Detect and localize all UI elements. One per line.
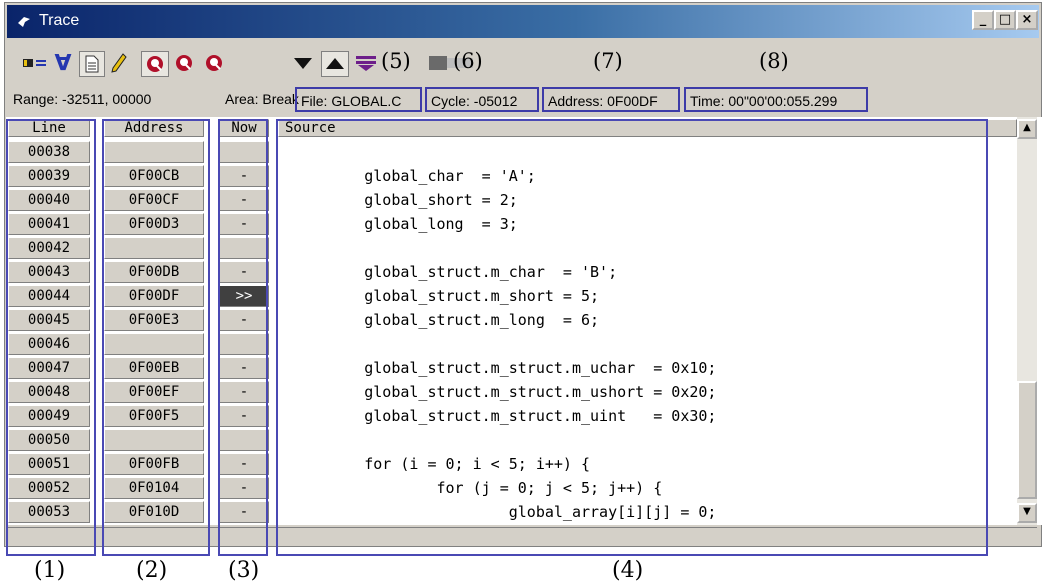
address-status: Address: 0F00DF (542, 87, 680, 112)
annotation-box-2 (102, 119, 210, 556)
annotation-box-1 (6, 119, 96, 556)
step-up-icon[interactable] (321, 51, 349, 77)
annotation-4: (4) (612, 558, 644, 583)
cycle-status: Cycle: -05012 (425, 87, 539, 112)
window-title: Trace (39, 12, 80, 29)
annotation-8: (8) (759, 49, 789, 73)
close-button[interactable]: × (1016, 10, 1038, 30)
search-forward-icon[interactable] (171, 51, 197, 75)
toolbar: ∀ (5) (6) (7) (8) (7, 43, 907, 83)
annotation-2: (2) (136, 558, 168, 583)
time-status: Time: 00"00'00:055.299 (684, 87, 868, 112)
scroll-up-arrow-icon[interactable]: ▲ (1017, 119, 1037, 139)
annotation-1: (1) (34, 558, 66, 583)
search-backward-icon[interactable] (201, 51, 227, 75)
annotation-7: (7) (593, 49, 623, 73)
file-status: File: GLOBAL.C (295, 87, 422, 112)
maximize-button[interactable]: □ (994, 10, 1016, 30)
scroll-thumb[interactable] (1017, 381, 1037, 499)
edit-icon[interactable] (107, 51, 131, 75)
title-bar[interactable]: Trace _ □ × (7, 5, 1039, 38)
vertical-scrollbar[interactable]: ▲ ▼ (1017, 117, 1037, 525)
search-icon[interactable] (141, 51, 169, 77)
step-down-icon[interactable] (291, 51, 315, 75)
scroll-down-arrow-icon[interactable]: ▼ (1017, 503, 1037, 523)
filter-icon[interactable]: ∀ (51, 51, 75, 76)
range-status: Range: -32511, 00000 (13, 91, 152, 107)
view-source-icon[interactable] (79, 51, 105, 77)
trace-window-icon (18, 17, 30, 27)
annotation-box-4 (276, 119, 988, 556)
trace-settings-icon[interactable] (21, 51, 49, 75)
annotation-5: (5) (381, 49, 411, 73)
area-status: Area: Break (225, 91, 299, 107)
select-icon[interactable] (353, 51, 379, 75)
annotation-box-3 (218, 119, 268, 556)
annotation-3: (3) (228, 558, 260, 583)
minimize-button[interactable]: _ (972, 10, 994, 30)
annotation-6: (6) (453, 49, 483, 73)
